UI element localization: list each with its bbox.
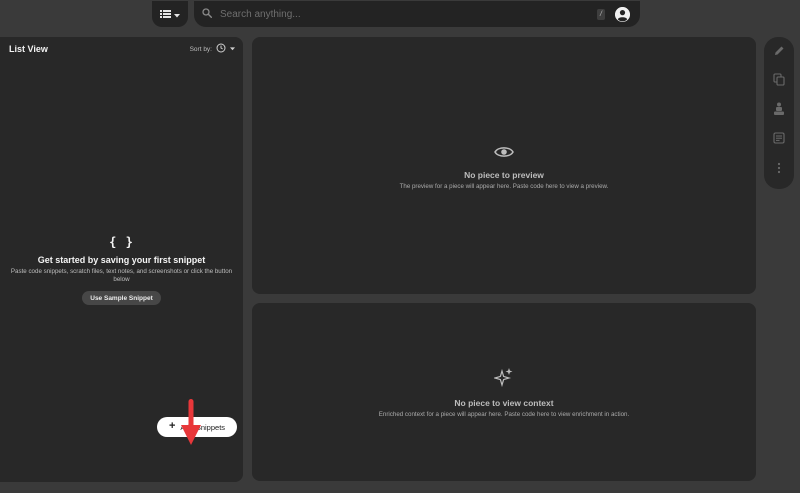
preview-title: No piece to preview (464, 170, 544, 180)
code-braces-icon: { } (109, 235, 134, 249)
annotation-arrow-icon (181, 399, 201, 445)
use-sample-snippet-button[interactable]: Use Sample Snippet (82, 291, 161, 305)
search-input[interactable] (220, 8, 597, 20)
copy-icon (773, 73, 785, 91)
plus-icon: + (168, 420, 176, 432)
list-view-panel: List View Sort by: { } Get started by sa… (0, 37, 243, 482)
list-panel-header: List View Sort by: (9, 42, 235, 56)
copy-button[interactable] (768, 72, 790, 92)
context-title: No piece to view context (454, 398, 554, 408)
avatar[interactable] (615, 6, 630, 22)
search-bar: / (194, 1, 640, 27)
edit-icon (773, 44, 785, 62)
chevron-down-icon (230, 46, 235, 53)
preview-panel: No piece to preview The preview for a pi… (252, 37, 756, 294)
share-button[interactable] (768, 101, 790, 121)
chevron-down-icon (174, 5, 180, 23)
search-shortcut-hint: / (597, 8, 605, 20)
panel-title: List View (9, 44, 48, 54)
sparkle-icon (492, 367, 514, 392)
empty-state-description: Paste code snippets, scratch files, text… (10, 268, 233, 283)
list-icon (160, 5, 171, 23)
sort-by-dropdown[interactable]: Sort by: (190, 43, 235, 55)
eye-icon (494, 145, 514, 164)
preview-description: The preview for a piece will appear here… (399, 183, 609, 190)
more-button[interactable] (768, 160, 790, 180)
edit-button[interactable] (768, 43, 790, 63)
notes-icon (773, 131, 785, 149)
right-toolbar (764, 37, 794, 189)
clock-icon (216, 43, 226, 55)
empty-state-title: Get started by saving your first snippet (37, 255, 206, 265)
context-panel: No piece to view context Enriched contex… (252, 303, 756, 481)
view-toggle-button[interactable] (152, 1, 188, 27)
more-icon (777, 161, 781, 179)
notes-button[interactable] (768, 131, 790, 151)
search-icon (202, 5, 213, 23)
sort-by-label: Sort by: (189, 45, 212, 53)
context-description: Enriched context for a piece will appear… (378, 411, 630, 418)
empty-state: { } Get started by saving your first sni… (0, 235, 243, 305)
share-icon (773, 102, 785, 121)
